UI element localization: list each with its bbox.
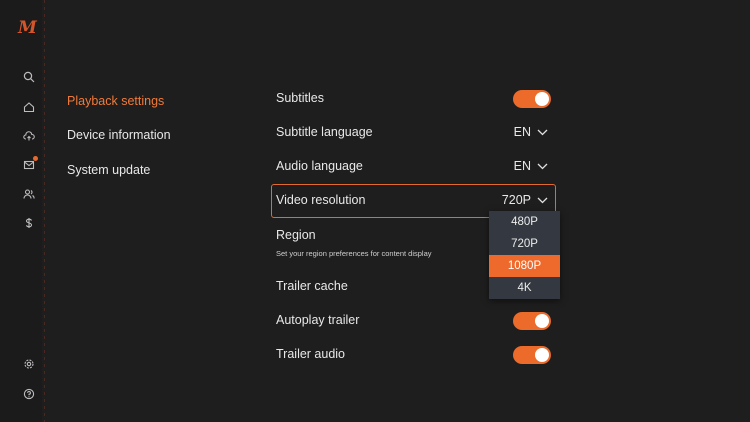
resolution-option-480p[interactable]: 480P	[489, 211, 560, 233]
rail-divider	[44, 0, 45, 422]
resolution-dropdown: 480P 720P 1080P 4K	[489, 211, 560, 299]
subtitle-language-row[interactable]: Subtitle language EN	[271, 116, 556, 150]
menu-item-system-update[interactable]: System update	[67, 163, 150, 177]
video-resolution-label: Video resolution	[276, 193, 366, 207]
subtitle-language-label: Subtitle language	[276, 125, 373, 139]
subtitle-language-select[interactable]: EN	[514, 125, 548, 139]
resolution-option-720p[interactable]: 720P	[489, 233, 560, 255]
trailer-audio-label: Trailer audio	[276, 347, 346, 361]
notification-dot	[33, 156, 38, 161]
toggle-knob	[535, 314, 549, 328]
subtitles-row[interactable]: Subtitles	[271, 82, 556, 116]
chevron-down-icon	[537, 129, 548, 135]
home-icon[interactable]	[22, 100, 36, 114]
resolution-option-4k[interactable]: 4K	[489, 277, 560, 299]
audio-language-select[interactable]: EN	[514, 159, 548, 173]
cloud-upload-icon[interactable]	[22, 129, 36, 143]
chevron-down-icon	[537, 197, 548, 203]
audio-language-label: Audio language	[276, 159, 363, 173]
video-resolution-value: 720P	[501, 193, 531, 207]
autoplay-trailer-label: Autoplay trailer	[276, 313, 360, 327]
subtitles-label: Subtitles	[276, 91, 324, 105]
resolution-option-1080p[interactable]: 1080P	[489, 255, 560, 277]
subtitles-toggle[interactable]	[513, 90, 551, 108]
dollar-icon[interactable]	[22, 216, 36, 230]
menu-item-playback-settings[interactable]: Playback settings	[67, 94, 164, 108]
toggle-knob	[535, 348, 549, 362]
gear-icon[interactable]	[22, 357, 36, 371]
audio-language-value: EN	[513, 159, 531, 173]
region-label: Region	[276, 228, 316, 242]
toggle-knob	[535, 92, 549, 106]
users-icon[interactable]	[22, 187, 36, 201]
help-icon[interactable]	[22, 387, 36, 401]
autoplay-trailer-toggle[interactable]	[513, 312, 551, 330]
subtitle-language-value: EN	[513, 125, 531, 139]
video-resolution-select[interactable]: 720P	[502, 193, 548, 207]
search-icon[interactable]	[22, 70, 36, 84]
audio-language-row[interactable]: Audio language EN	[271, 150, 556, 184]
trailer-cache-label: Trailer cache	[276, 279, 348, 293]
menu-item-device-information[interactable]: Device information	[67, 128, 171, 142]
region-description: Set your region preferences for content …	[276, 249, 432, 258]
chevron-down-icon	[537, 163, 548, 169]
mail-icon[interactable]	[22, 156, 38, 172]
autoplay-trailer-row[interactable]: Autoplay trailer	[271, 304, 556, 338]
trailer-audio-row[interactable]: Trailer audio	[271, 338, 556, 372]
app-logo: M	[18, 18, 37, 38]
trailer-audio-toggle[interactable]	[513, 346, 551, 364]
